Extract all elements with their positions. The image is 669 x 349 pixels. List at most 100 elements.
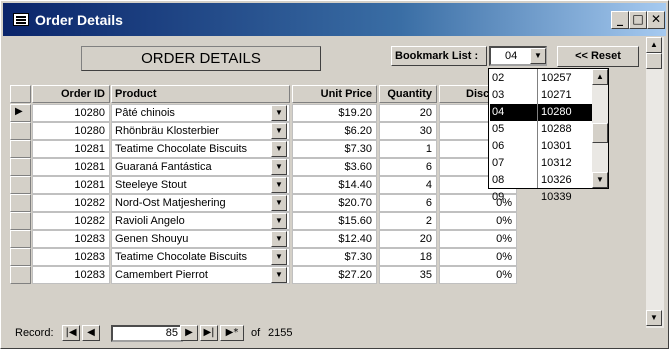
dropdown-scroll-down-icon[interactable]: ▼ — [592, 172, 608, 188]
bookmark-option[interactable]: 04 10280 — [490, 104, 592, 121]
bookmark-option[interactable]: 08 10326 — [490, 172, 592, 189]
discount-cell[interactable]: 0% — [439, 266, 517, 284]
quantity-cell[interactable]: 30 — [379, 122, 437, 140]
order-id-cell[interactable]: 10281 — [32, 158, 110, 176]
bookmark-option[interactable]: 09 10339 — [490, 189, 592, 206]
record-selector[interactable] — [10, 266, 31, 284]
product-dropdown-arrow-icon[interactable]: ▼ — [271, 123, 287, 139]
product-dropdown-arrow-icon[interactable]: ▼ — [271, 195, 287, 211]
bookmark-option[interactable]: 02 10257 — [490, 70, 592, 87]
close-icon[interactable]: ✕ — [647, 11, 665, 29]
product-cell[interactable]: Rhönbräu Klosterbier — [111, 122, 290, 140]
product-dropdown-arrow-icon[interactable]: ▼ — [271, 213, 287, 229]
bookmark-dropdown-list[interactable]: 09 10339 08 10326 07 10312 06 10301 05 10288 04 102… — [488, 68, 609, 203]
order-id-cell[interactable]: 10281 — [32, 176, 110, 194]
quantity-cell[interactable]: 6 — [379, 194, 437, 212]
discount-cell[interactable]: 0% — [439, 212, 517, 230]
scroll-down-icon[interactable]: ▼ — [646, 310, 662, 326]
bookmark-option[interactable]: 03 10271 — [490, 87, 592, 104]
quantity-cell[interactable]: 18 — [379, 248, 437, 266]
unit-price-cell[interactable]: $15.60 — [292, 212, 377, 230]
unit-price-cell[interactable]: $7.30 — [292, 248, 377, 266]
record-selector[interactable] — [10, 158, 31, 176]
previous-record-icon[interactable]: ◀ — [82, 325, 100, 341]
order-id-cell[interactable]: 10280 — [32, 104, 110, 122]
bookmark-option-key: 04 — [492, 106, 505, 118]
discount-cell[interactable]: 0% — [439, 230, 517, 248]
column-header-product[interactable]: Product — [111, 85, 290, 103]
product-cell[interactable]: Camembert Pierrot — [111, 266, 290, 284]
record-selector[interactable] — [10, 122, 31, 140]
reset-button[interactable]: << Reset — [557, 46, 639, 67]
bookmark-dropdown-arrow-icon[interactable]: ▼ — [530, 48, 546, 64]
unit-price-cell[interactable]: $3.60 — [292, 158, 377, 176]
record-selector[interactable] — [10, 230, 31, 248]
order-id-cell[interactable]: 10283 — [32, 248, 110, 266]
record-selector[interactable] — [10, 176, 31, 194]
minimize-icon[interactable]: _ — [611, 11, 629, 29]
product-cell[interactable]: Pâté chinois — [111, 104, 290, 122]
bookmark-option-key: 02 — [492, 72, 505, 84]
quantity-cell[interactable]: 1 — [379, 140, 437, 158]
unit-price-cell[interactable]: $19.20 — [292, 104, 377, 122]
record-selector[interactable] — [10, 194, 31, 212]
next-record-icon[interactable]: ▶ — [180, 325, 198, 341]
last-record-icon[interactable]: ▶| — [200, 325, 218, 341]
bookmark-option[interactable]: 06 10301 — [490, 138, 592, 155]
order-id-cell[interactable]: 10282 — [32, 212, 110, 230]
unit-price-cell[interactable]: $12.40 — [292, 230, 377, 248]
order-id-cell[interactable]: 10283 — [32, 230, 110, 248]
record-number-input[interactable]: 85 — [111, 325, 183, 342]
column-header-unit-price[interactable]: Unit Price — [292, 85, 377, 103]
dropdown-scroll-up-icon[interactable]: ▲ — [592, 69, 608, 85]
order-id-cell[interactable]: 10280 — [32, 122, 110, 140]
unit-price-cell[interactable]: $6.20 — [292, 122, 377, 140]
form-vertical-scrollbar[interactable]: ▲ ▼ — [646, 37, 664, 328]
dropdown-scrollbar[interactable]: ▲ ▼ — [592, 69, 608, 188]
record-selector[interactable] — [10, 248, 31, 266]
dropdown-scroll-thumb[interactable] — [592, 123, 608, 143]
column-header-order-id[interactable]: Order ID — [32, 85, 110, 103]
product-cell[interactable]: Teatime Chocolate Biscuits — [111, 248, 290, 266]
order-id-cell[interactable]: 10283 — [32, 266, 110, 284]
quantity-cell[interactable]: 4 — [379, 176, 437, 194]
quantity-cell[interactable]: 6 — [379, 158, 437, 176]
product-cell[interactable]: Steeleye Stout — [111, 176, 290, 194]
product-cell[interactable]: Ravioli Angelo — [111, 212, 290, 230]
product-dropdown-arrow-icon[interactable]: ▼ — [271, 105, 287, 121]
record-selector[interactable] — [10, 212, 31, 230]
order-id-cell[interactable]: 10282 — [32, 194, 110, 212]
quantity-cell[interactable]: 20 — [379, 230, 437, 248]
first-record-icon[interactable]: |◀ — [62, 325, 80, 341]
unit-price-cell[interactable]: $7.30 — [292, 140, 377, 158]
quantity-cell[interactable]: 20 — [379, 104, 437, 122]
new-record-icon[interactable]: ▶* — [220, 325, 244, 341]
product-cell[interactable]: Nord-Ost Matjeshering — [111, 194, 290, 212]
unit-price-cell[interactable]: $20.70 — [292, 194, 377, 212]
quantity-cell[interactable]: 35 — [379, 266, 437, 284]
bookmark-option[interactable]: 05 10288 — [490, 121, 592, 138]
product-cell[interactable]: Teatime Chocolate Biscuits — [111, 140, 290, 158]
product-dropdown-arrow-icon[interactable]: ▼ — [271, 141, 287, 157]
title-bar[interactable]: Order Details _ □ ✕ — [3, 3, 666, 36]
product-dropdown-arrow-icon[interactable]: ▼ — [271, 177, 287, 193]
maximize-icon[interactable]: □ — [629, 11, 647, 29]
bookmark-option[interactable]: 07 10312 — [490, 155, 592, 172]
product-dropdown-arrow-icon[interactable]: ▼ — [271, 267, 287, 283]
quantity-cell[interactable]: 2 — [379, 212, 437, 230]
scroll-up-icon[interactable]: ▲ — [646, 37, 662, 53]
product-cell[interactable]: Genen Shouyu — [111, 230, 290, 248]
order-id-cell[interactable]: 10281 — [32, 140, 110, 158]
product-dropdown-arrow-icon[interactable]: ▼ — [271, 231, 287, 247]
record-selector[interactable] — [10, 140, 31, 158]
product-cell[interactable]: Guaraná Fantástica — [111, 158, 290, 176]
product-dropdown-arrow-icon[interactable]: ▼ — [271, 159, 287, 175]
unit-price-cell[interactable]: $27.20 — [292, 266, 377, 284]
record-selector[interactable]: ▶ — [10, 104, 31, 122]
discount-cell[interactable]: 0% — [439, 248, 517, 266]
form-icon[interactable] — [13, 13, 29, 26]
column-header-quantity[interactable]: Quantity — [379, 85, 437, 103]
product-dropdown-arrow-icon[interactable]: ▼ — [271, 249, 287, 265]
scroll-thumb[interactable] — [646, 53, 662, 69]
unit-price-cell[interactable]: $14.40 — [292, 176, 377, 194]
